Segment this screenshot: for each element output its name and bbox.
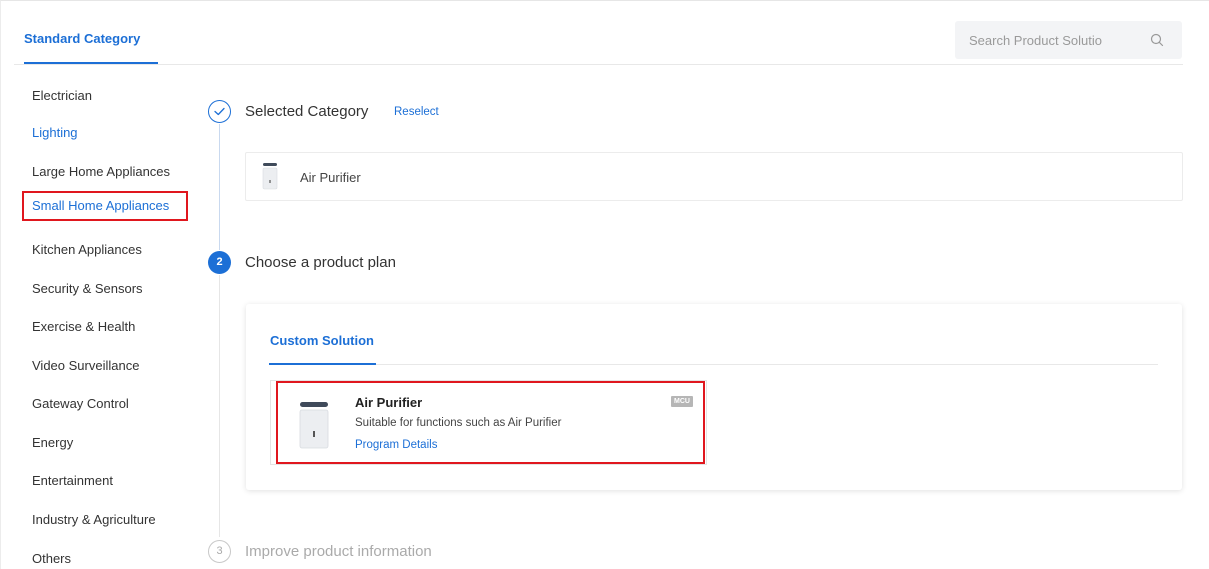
step-3-number: 3 <box>208 540 231 563</box>
solution-description: Suitable for functions such as Air Purif… <box>355 417 562 429</box>
tab-custom-solution[interactable]: Custom Solution <box>270 333 374 348</box>
selected-category-box: Air Purifier <box>245 152 1183 201</box>
sidebar-item-electrician[interactable]: Electrician <box>22 81 92 111</box>
air-purifier-icon <box>262 163 278 190</box>
sidebar-item-gateway-control[interactable]: Gateway Control <box>22 389 129 419</box>
step-3-title: Improve product information <box>245 543 432 560</box>
step-connector-1 <box>219 124 220 250</box>
step-2-number: 2 <box>208 251 231 274</box>
step-complete-icon <box>208 100 231 123</box>
search-icon[interactable] <box>1149 32 1165 48</box>
air-purifier-icon <box>299 402 329 449</box>
plan-tab-divider <box>269 364 1158 365</box>
sidebar-item-others[interactable]: Others <box>22 544 71 569</box>
sidebar-item-lighting[interactable]: Lighting <box>22 118 78 148</box>
sidebar-item-exercise-health[interactable]: Exercise & Health <box>22 312 135 342</box>
solution-card-air-purifier[interactable]: Air Purifier Suitable for functions such… <box>270 380 707 465</box>
step-connector-2 <box>219 275 220 537</box>
mcu-badge: MCU <box>671 396 693 407</box>
sidebar-item-video-surveillance[interactable]: Video Surveillance <box>22 351 139 381</box>
sidebar-item-kitchen-appliances[interactable]: Kitchen Appliances <box>22 235 142 265</box>
category-tab-bar: Standard Category <box>14 0 1183 65</box>
search-box[interactable] <box>955 21 1182 59</box>
sidebar-item-energy[interactable]: Energy <box>22 428 73 458</box>
sidebar-item-industry-agriculture[interactable]: Industry & Agriculture <box>22 505 156 535</box>
solution-title: Air Purifier <box>355 395 423 410</box>
active-tab-underline <box>24 62 158 64</box>
selected-category-label: Air Purifier <box>300 170 361 185</box>
tab-standard-category[interactable]: Standard Category <box>24 31 140 46</box>
step-2-title: Choose a product plan <box>245 254 396 271</box>
sidebar-item-security-sensors[interactable]: Security & Sensors <box>22 274 143 304</box>
program-details-link[interactable]: Program Details <box>355 439 437 451</box>
sidebar-item-small-home-appliances[interactable]: Small Home Appliances <box>22 191 188 221</box>
check-icon <box>214 107 225 116</box>
reselect-link[interactable]: Reselect <box>394 106 439 118</box>
sidebar-item-large-home-appliances[interactable]: Large Home Appliances <box>22 157 170 187</box>
active-plan-tab-underline <box>269 363 376 365</box>
search-input[interactable] <box>969 21 1144 59</box>
step-1-title: Selected Category <box>245 103 369 120</box>
sidebar-item-entertainment[interactable]: Entertainment <box>22 466 113 496</box>
